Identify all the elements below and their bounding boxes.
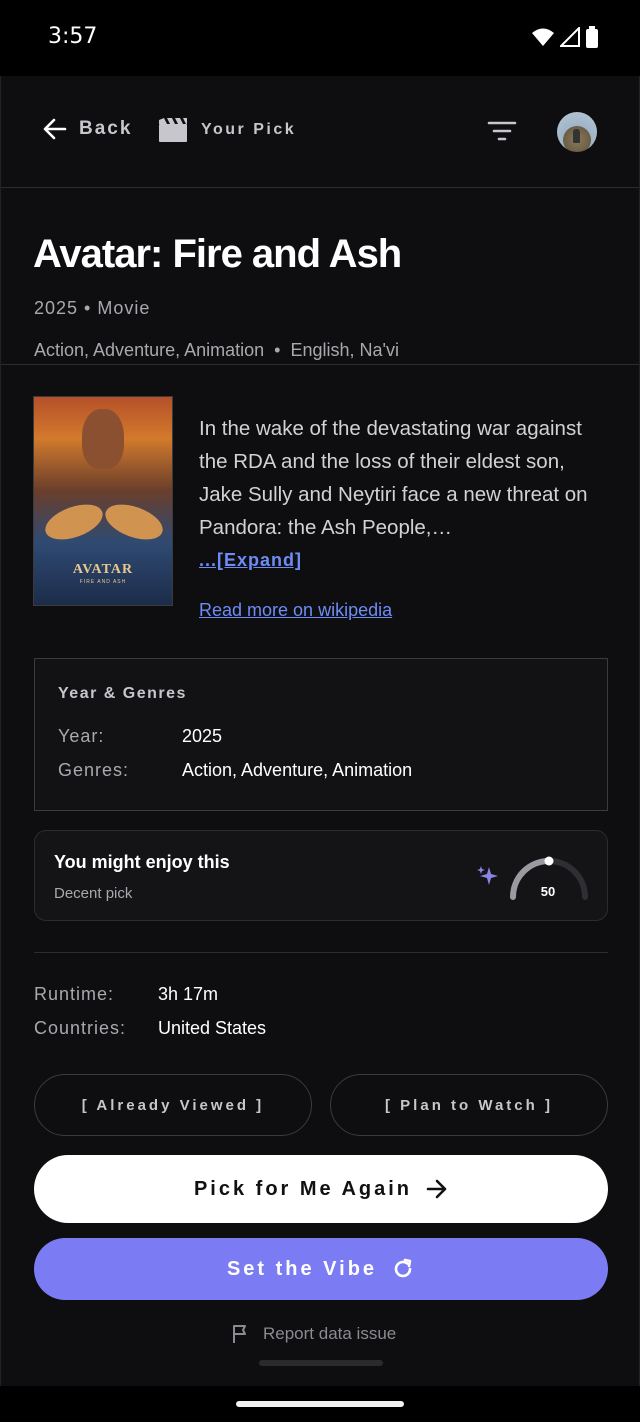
arrow-left-icon <box>43 118 67 140</box>
wifi-icon <box>532 28 554 46</box>
top-nav: Back Your Pick <box>1 76 639 188</box>
wikipedia-link[interactable]: Read more on wikipedia <box>199 600 392 621</box>
sparkle-icon <box>477 866 498 885</box>
year-row: Year: 2025 <box>58 726 223 746</box>
app-screen: Back Your Pick Avatar: Fire and Ash 2025… <box>0 76 640 1386</box>
report-issue-link[interactable]: Report data issue <box>231 1324 396 1344</box>
already-viewed-button[interactable]: [ Already Viewed ] <box>34 1074 312 1136</box>
pick-again-label: Pick for Me Again <box>193 1177 413 1200</box>
home-handle[interactable] <box>236 1401 404 1407</box>
back-button[interactable]: Back <box>43 118 132 140</box>
flag-icon <box>233 1325 246 1343</box>
divider <box>1 364 639 365</box>
clapperboard-icon <box>159 118 187 142</box>
refresh-icon <box>394 1258 412 1278</box>
genre-language-line: Action, Adventure, Animation • English, Na… <box>34 340 399 360</box>
brand: Your Pick <box>159 118 296 142</box>
countries-row: Countries: United States <box>34 1018 267 1038</box>
set-vibe-label: Set the Vibe <box>226 1257 378 1280</box>
status-icons <box>532 26 598 48</box>
genres-text: Action, Adventure, Animation <box>34 340 265 360</box>
set-vibe-button[interactable]: Set the Vibe <box>34 1238 608 1300</box>
divider <box>34 952 608 953</box>
runtime-row: Runtime: 3h 17m <box>34 984 219 1004</box>
filter-icon <box>487 121 517 141</box>
recommendation-subtitle: Decent pick <box>54 885 133 902</box>
score-value: 50 <box>540 884 556 899</box>
genres-row: Genres: Action, Adventure, Animation <box>58 760 413 780</box>
page-title: Avatar: Fire and Ash <box>33 232 402 276</box>
battery-icon <box>586 26 598 48</box>
brand-label: Your Pick <box>201 121 297 138</box>
signal-icon <box>560 27 580 47</box>
status-bar: 3:57 <box>0 0 640 76</box>
year-genres-card: Year & Genres Year: 2025 Genres: Action, A… <box>34 658 608 811</box>
recommendation-title: You might enjoy this <box>54 852 230 872</box>
arrow-right-icon <box>426 1179 447 1199</box>
expand-link[interactable]: ...[Expand] <box>199 550 302 571</box>
filter-button[interactable] <box>487 120 517 147</box>
synopsis: In the wake of the devastating war again… <box>199 417 588 539</box>
card-heading: Year & Genres <box>58 685 187 702</box>
avatar[interactable] <box>557 112 597 152</box>
movie-poster: AVATAR FIRE AND ASH <box>33 396 173 606</box>
back-label: Back <box>79 118 133 139</box>
system-nav-bar <box>0 1386 640 1422</box>
poster-subtitle: FIRE AND ASH <box>79 579 127 585</box>
report-label: Report data issue <box>263 1324 397 1343</box>
plan-to-watch-button[interactable]: [ Plan to Watch ] <box>330 1074 608 1136</box>
poster-title: AVATAR <box>72 562 134 577</box>
pick-again-button[interactable]: Pick for Me Again <box>34 1155 608 1223</box>
year-type: 2025 • Movie <box>34 298 151 318</box>
languages-text: English, Na'vi <box>290 340 399 360</box>
recommendation-card: You might enjoy this Decent pick 50 <box>34 830 608 921</box>
status-time: 3:57 <box>48 24 98 49</box>
scroll-indicator <box>259 1360 383 1366</box>
